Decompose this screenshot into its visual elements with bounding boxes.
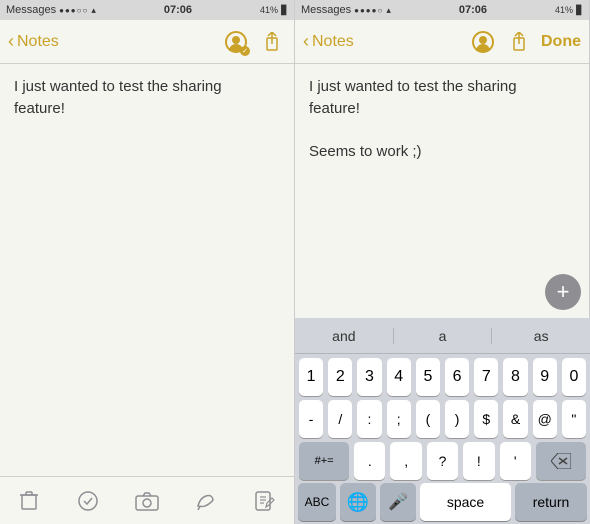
left-battery-icon: ▊: [281, 5, 288, 16]
camera-icon[interactable]: [129, 483, 165, 519]
draw-icon[interactable]: [188, 483, 224, 519]
key-3[interactable]: 3: [357, 358, 381, 396]
left-signal: ●●●○○: [59, 6, 88, 15]
keyboard-row-numbers: 1 2 3 4 5 6 7 8 9 0: [295, 354, 590, 396]
keyboard-suggestions: and a as: [295, 318, 590, 354]
left-status-left: Messages ●●●○○ ▴: [6, 4, 96, 16]
key-exclaim[interactable]: !: [463, 442, 494, 480]
key-abc[interactable]: ABC: [298, 483, 336, 521]
key-dash[interactable]: -: [299, 400, 323, 438]
key-hashplus[interactable]: #+=: [299, 442, 349, 480]
right-nav-right: Done: [469, 28, 581, 56]
key-at[interactable]: @: [533, 400, 557, 438]
suggestion-and[interactable]: and: [295, 328, 394, 344]
keyboard-bottom-row: ABC 🌐 🎤 space return: [295, 480, 590, 524]
left-person-icon[interactable]: ✓: [222, 28, 250, 56]
right-nav-bar: ‹ Notes Done: [295, 20, 589, 64]
left-status-bar: Messages ●●●○○ ▴ 07:06 41% ▊: [0, 0, 294, 20]
key-rparen[interactable]: ): [445, 400, 469, 438]
right-share-svg: [510, 32, 528, 52]
left-share-svg: [263, 32, 281, 52]
left-time: 07:06: [164, 4, 192, 16]
left-back-label[interactable]: Notes: [17, 33, 59, 51]
right-status-right: 41% ▊: [555, 5, 583, 16]
right-done-button[interactable]: Done: [541, 33, 581, 51]
right-status-bar: Messages ●●●●○ ▴ 07:06 41% ▊: [295, 0, 589, 20]
key-mic[interactable]: 🎤: [380, 483, 416, 521]
suggestion-a[interactable]: a: [394, 328, 493, 344]
left-panel: Messages ●●●○○ ▴ 07:06 41% ▊ ‹ Notes ✓: [0, 0, 295, 524]
right-panel: Messages ●●●●○ ▴ 07:06 41% ▊ ‹ Notes: [295, 0, 590, 524]
right-back-label[interactable]: Notes: [312, 33, 354, 51]
key-ampersand[interactable]: &: [503, 400, 527, 438]
key-globe[interactable]: 🌐: [340, 483, 376, 521]
right-time: 07:06: [459, 4, 487, 16]
left-status-right: 41% ▊: [260, 5, 288, 16]
right-wifi-icon: ▴: [386, 5, 391, 16]
right-app-name: Messages: [301, 4, 351, 16]
right-signal: ●●●●○: [354, 6, 383, 15]
left-bottom-toolbar: [0, 476, 294, 524]
key-6[interactable]: 6: [445, 358, 469, 396]
compose-icon[interactable]: [247, 483, 283, 519]
key-dollar[interactable]: $: [474, 400, 498, 438]
right-note-text: I just wanted to test the sharing featur…: [309, 78, 517, 160]
left-nav-right: ✓: [222, 28, 286, 56]
right-person-icon[interactable]: [469, 28, 497, 56]
right-battery-icon: ▊: [576, 5, 583, 16]
left-share-icon[interactable]: [258, 28, 286, 56]
trash-icon[interactable]: [11, 483, 47, 519]
key-colon[interactable]: :: [357, 400, 381, 438]
key-comma[interactable]: ,: [390, 442, 421, 480]
key-9[interactable]: 9: [533, 358, 557, 396]
left-back-arrow-icon[interactable]: ‹: [8, 31, 14, 52]
key-slash[interactable]: /: [328, 400, 352, 438]
key-7[interactable]: 7: [474, 358, 498, 396]
left-check-badge: ✓: [240, 46, 250, 56]
key-return[interactable]: return: [515, 483, 587, 521]
key-apostrophe[interactable]: ': [500, 442, 531, 480]
left-battery-pct: 41%: [260, 5, 278, 15]
right-share-icon[interactable]: [505, 28, 533, 56]
right-battery-pct: 41%: [555, 5, 573, 15]
key-4[interactable]: 4: [387, 358, 411, 396]
keyboard-row-symbols: - / : ; ( ) $ & @ ": [295, 396, 590, 438]
left-note-content: I just wanted to test the sharing featur…: [0, 64, 294, 476]
key-8[interactable]: 8: [503, 358, 527, 396]
key-2[interactable]: 2: [328, 358, 352, 396]
key-quote[interactable]: ": [562, 400, 586, 438]
right-person-circle: [472, 31, 494, 53]
key-lparen[interactable]: (: [416, 400, 440, 438]
keyboard-row-special: #+= . , ? ! ': [295, 438, 590, 480]
left-nav-left[interactable]: ‹ Notes: [8, 31, 59, 52]
right-nav-left[interactable]: ‹ Notes: [303, 31, 354, 52]
right-note-content[interactable]: I just wanted to test the sharing featur…: [295, 64, 589, 318]
key-space[interactable]: space: [420, 483, 511, 521]
keyboard[interactable]: and a as 1 2 3 4 5 6 7 8 9 0 - / : ; ( )…: [295, 318, 590, 524]
key-5[interactable]: 5: [416, 358, 440, 396]
key-question[interactable]: ?: [427, 442, 458, 480]
left-note-text: I just wanted to test the sharing featur…: [14, 78, 222, 117]
key-0[interactable]: 0: [562, 358, 586, 396]
right-status-left: Messages ●●●●○ ▴: [301, 4, 391, 16]
key-semicolon[interactable]: ;: [387, 400, 411, 438]
right-back-arrow-icon[interactable]: ‹: [303, 31, 309, 52]
key-delete[interactable]: [536, 442, 586, 480]
key-period[interactable]: .: [354, 442, 385, 480]
plus-button[interactable]: +: [545, 274, 581, 310]
left-wifi-icon: ▴: [91, 5, 96, 16]
left-nav-bar: ‹ Notes ✓: [0, 20, 294, 64]
key-1[interactable]: 1: [299, 358, 323, 396]
suggestion-as[interactable]: as: [492, 328, 590, 344]
left-app-name: Messages: [6, 4, 56, 16]
check-icon[interactable]: [70, 483, 106, 519]
